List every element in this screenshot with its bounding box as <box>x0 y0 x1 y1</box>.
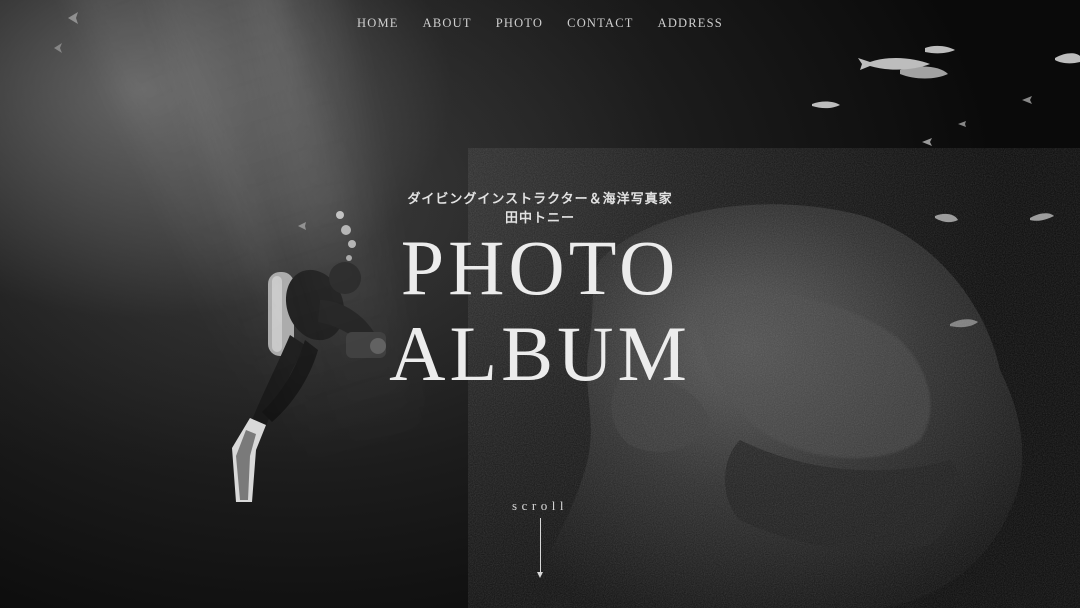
hero-title-line2: ALBUM <box>389 310 691 397</box>
hero-section: HOME ABOUT PHOTO CONTACT ADDRESS ダイビングイン… <box>0 0 1080 608</box>
top-nav: HOME ABOUT PHOTO CONTACT ADDRESS <box>0 16 1080 31</box>
nav-photo[interactable]: PHOTO <box>496 16 543 31</box>
nav-address[interactable]: ADDRESS <box>658 16 723 31</box>
nav-about[interactable]: ABOUT <box>423 16 472 31</box>
hero-title-line1: PHOTO <box>400 224 680 311</box>
nav-contact[interactable]: CONTACT <box>567 16 633 31</box>
nav-home[interactable]: HOME <box>357 16 399 31</box>
arrow-head-icon <box>537 572 543 578</box>
hero-subtitle-role: ダイビングインストラクター＆海洋写真家 <box>407 192 673 207</box>
arrow-down-icon[interactable] <box>540 518 541 574</box>
scroll-indicator[interactable]: scroll <box>0 498 1080 514</box>
